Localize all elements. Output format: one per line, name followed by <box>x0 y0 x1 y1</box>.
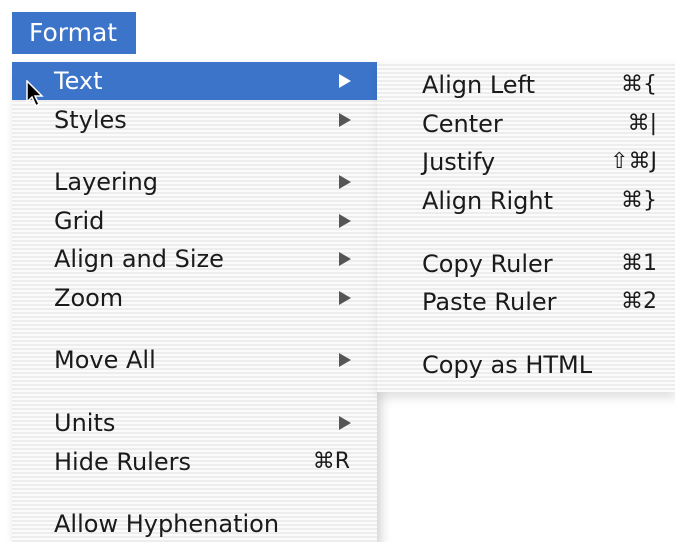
menu-item-label: Move All <box>54 346 156 374</box>
submenu-item-shortcut: ⌘2 <box>621 289 657 314</box>
screen: Format Text Styles Layering Grid Align a… <box>0 0 675 542</box>
menu-item-label: Styles <box>54 106 127 134</box>
menu-item-align-and-size[interactable]: Align and Size <box>12 240 377 278</box>
submenu-item-label: Copy as HTML <box>422 351 593 379</box>
submenu-item-label: Align Right <box>422 187 554 215</box>
menu-item-label: Hide Rulers <box>54 448 191 476</box>
menu-item-label: Units <box>54 409 116 437</box>
submenu-item-copy-ruler[interactable]: Copy Ruler ⌘1 <box>377 245 675 283</box>
format-menu: Text Styles Layering Grid Align and Size… <box>12 62 377 542</box>
submenu-arrow-icon <box>339 353 351 367</box>
submenu-item-label: Paste Ruler <box>422 288 557 316</box>
menu-item-move-all[interactable]: Move All <box>12 341 377 379</box>
menu-item-label: Zoom <box>54 284 124 312</box>
submenu-item-shortcut: ⌘} <box>621 188 657 213</box>
menu-item-units[interactable]: Units <box>12 404 377 442</box>
menu-item-label: Text <box>54 67 103 95</box>
menu-item-text[interactable]: Text <box>12 62 377 100</box>
menu-item-label: Allow Hyphenation <box>54 510 280 538</box>
submenu-item-label: Align Left <box>422 71 535 99</box>
submenu-item-justify[interactable]: Justify ⇧⌘J <box>377 143 675 181</box>
menubar-format[interactable]: Format <box>12 12 136 54</box>
submenu-item-align-right[interactable]: Align Right ⌘} <box>377 182 675 220</box>
menu-item-hide-rulers[interactable]: Hide Rulers ⌘R <box>12 443 377 481</box>
submenu-arrow-icon <box>339 175 351 189</box>
menu-item-label: Align and Size <box>54 245 224 273</box>
submenu-item-align-left[interactable]: Align Left ⌘{ <box>377 66 675 104</box>
menu-item-allow-hyphenation[interactable]: Allow Hyphenation <box>12 505 377 542</box>
submenu-arrow-icon <box>339 291 351 305</box>
submenu-item-label: Justify <box>422 148 496 176</box>
submenu-item-paste-ruler[interactable]: Paste Ruler ⌘2 <box>377 283 675 321</box>
menu-item-label: Layering <box>54 168 159 196</box>
menu-item-grid[interactable]: Grid <box>12 202 377 240</box>
menu-item-styles[interactable]: Styles <box>12 101 377 139</box>
submenu-arrow-icon <box>339 74 351 88</box>
text-submenu: Align Left ⌘{ Center ⌘| Justify ⇧⌘J Alig… <box>377 62 675 392</box>
arrow-cursor-icon <box>26 80 44 108</box>
submenu-item-shortcut: ⌘{ <box>621 72 657 97</box>
submenu-item-center[interactable]: Center ⌘| <box>377 105 675 143</box>
submenu-item-shortcut: ⌘| <box>627 111 657 136</box>
menu-item-shortcut: ⌘R <box>312 449 350 474</box>
submenu-arrow-icon <box>339 416 351 430</box>
submenu-item-shortcut: ⌘1 <box>621 251 657 276</box>
submenu-arrow-icon <box>339 214 351 228</box>
submenu-item-copy-as-html[interactable]: Copy as HTML <box>377 346 675 384</box>
menu-item-label: Grid <box>54 207 105 235</box>
submenu-item-label: Center <box>422 110 503 138</box>
menu-item-zoom[interactable]: Zoom <box>12 279 377 317</box>
submenu-item-shortcut: ⇧⌘J <box>610 149 657 174</box>
submenu-arrow-icon <box>339 113 351 127</box>
menu-item-layering[interactable]: Layering <box>12 163 377 201</box>
submenu-arrow-icon <box>339 252 351 266</box>
submenu-item-label: Copy Ruler <box>422 250 553 278</box>
